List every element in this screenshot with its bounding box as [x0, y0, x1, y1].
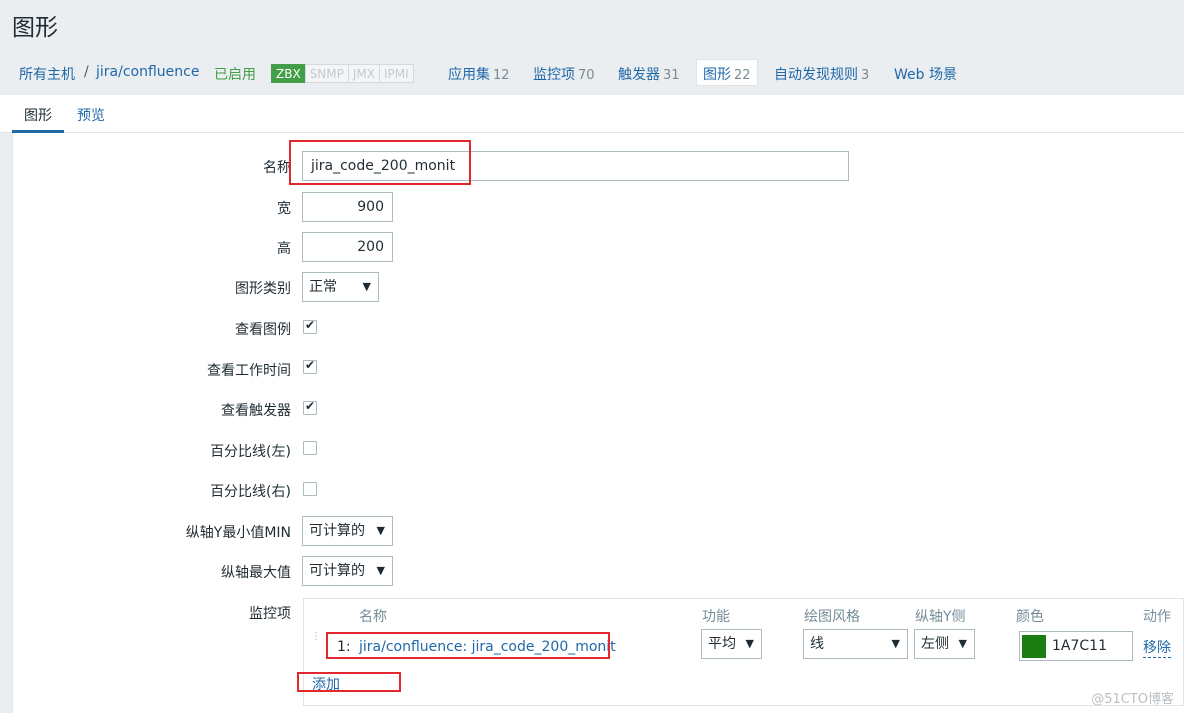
- color-swatch[interactable]: [1022, 635, 1046, 658]
- ymax-label: 纵轴最大值: [221, 565, 291, 581]
- ymin-select[interactable]: 可计算的 ▼: [302, 516, 393, 546]
- dropdown-arrow-icon: ▼: [745, 637, 754, 650]
- show-worktime-label: 查看工作时间: [207, 363, 291, 379]
- percentile-left-label: 百分比线(左): [210, 444, 291, 460]
- drag-handle-icon[interactable]: ⋮⋮: [311, 632, 332, 655]
- col-header-draw-style: 绘图风格: [804, 609, 860, 625]
- breadcrumb-host[interactable]: jira/confluence: [96, 64, 199, 80]
- width-input[interactable]: 900: [302, 192, 393, 222]
- badge-zbx: ZBX: [271, 64, 306, 83]
- width-label: 宽: [277, 201, 291, 217]
- badge-ipmi: IPMI: [379, 64, 414, 83]
- breadcrumb-all-hosts[interactable]: 所有主机: [19, 64, 75, 84]
- ymin-value: 可计算的: [309, 523, 365, 539]
- col-header-name: 名称: [359, 609, 387, 625]
- ymax-select[interactable]: 可计算的 ▼: [302, 556, 393, 586]
- badge-snmp: SNMP: [304, 64, 349, 83]
- tab-preview[interactable]: 预览: [77, 105, 105, 125]
- items-label: 监控项: [249, 606, 291, 622]
- dropdown-arrow-icon: ▼: [362, 280, 371, 293]
- nav-tab-web-scenarios[interactable]: Web 场景: [894, 64, 957, 84]
- col-header-color: 颜色: [1016, 609, 1044, 625]
- nav-tab-discovery-rules[interactable]: 自动发现规则 3: [774, 64, 869, 84]
- graph-type-value: 正常: [309, 279, 337, 295]
- page-title: 图形: [12, 15, 58, 41]
- show-legend-checkbox[interactable]: [303, 318, 317, 334]
- draw-style-select[interactable]: 线 ▼: [803, 629, 908, 659]
- highlight-item-row: [326, 632, 610, 659]
- function-select[interactable]: 平均 ▼: [701, 629, 762, 659]
- height-input[interactable]: 200: [302, 232, 393, 262]
- percentile-left-checkbox[interactable]: [303, 441, 317, 455]
- y-side-value: 左侧: [921, 636, 949, 652]
- col-header-y-side: 纵轴Y侧: [915, 609, 966, 625]
- draw-style-value: 线: [810, 636, 824, 652]
- dropdown-arrow-icon: ▼: [376, 524, 385, 537]
- nav-tab-applications[interactable]: 应用集 12: [448, 64, 510, 84]
- function-value: 平均: [708, 636, 736, 652]
- watermark: @51CTO博客: [1091, 692, 1174, 707]
- badge-jmx: JMX: [347, 64, 380, 83]
- nav-tab-triggers[interactable]: 触发器 31: [618, 64, 680, 84]
- nav-tab-graphs[interactable]: 图形 22: [696, 59, 758, 86]
- nav-tab-items[interactable]: 监控项 70: [533, 64, 595, 84]
- color-hex-value[interactable]: 1A7C11: [1052, 638, 1107, 654]
- tab-graph[interactable]: 图形: [12, 105, 64, 133]
- graph-type-select[interactable]: 正常 ▼: [302, 272, 379, 302]
- show-triggers-label: 查看触发器: [221, 403, 291, 419]
- col-header-function: 功能: [702, 609, 730, 625]
- dropdown-arrow-icon: ▼: [958, 637, 967, 650]
- availability-badges: ZBX SNMP JMX IPMI: [271, 64, 414, 83]
- show-triggers-checkbox[interactable]: [303, 399, 317, 415]
- percentile-right-label: 百分比线(右): [210, 484, 291, 500]
- remove-item-link[interactable]: 移除: [1143, 637, 1171, 658]
- ymin-label: 纵轴Y最小值MIN: [185, 525, 291, 541]
- show-legend-label: 查看图例: [235, 322, 291, 338]
- col-header-action: 动作: [1143, 609, 1171, 625]
- y-side-select[interactable]: 左侧 ▼: [914, 629, 975, 659]
- status-enabled[interactable]: 已启用: [214, 64, 256, 84]
- percentile-right-checkbox[interactable]: [303, 482, 317, 496]
- name-label: 名称: [263, 160, 291, 176]
- color-picker[interactable]: 1A7C11: [1019, 631, 1133, 661]
- graph-type-label: 图形类别: [235, 281, 291, 297]
- ymax-value: 可计算的: [309, 563, 365, 579]
- highlight-add-link: [297, 672, 401, 692]
- breadcrumb-separator: /: [84, 64, 89, 80]
- form-tabs: 图形 预览: [0, 95, 1184, 133]
- dropdown-arrow-icon: ▼: [376, 564, 385, 577]
- host-nav: 所有主机 / jira/confluence 已启用 ZBX SNMP JMX …: [0, 56, 1184, 92]
- height-label: 高: [277, 241, 291, 257]
- highlight-name-field: [289, 140, 471, 185]
- dropdown-arrow-icon: ▼: [891, 637, 900, 650]
- show-worktime-checkbox[interactable]: [303, 358, 317, 374]
